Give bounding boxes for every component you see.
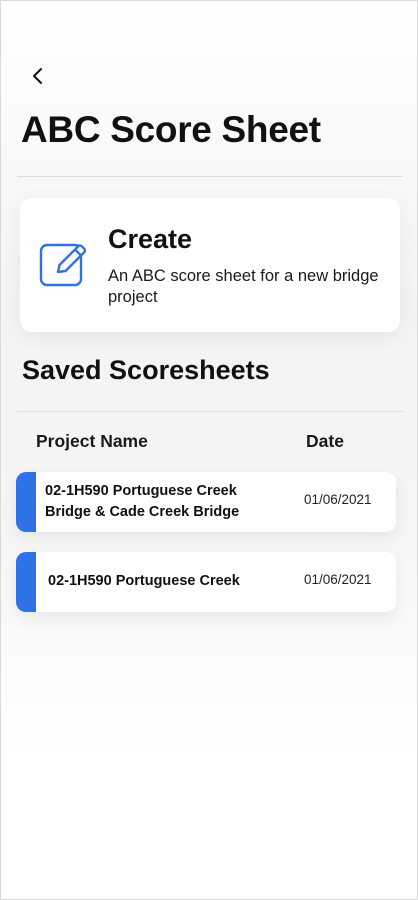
- create-card[interactable]: Create An ABC score sheet for a new brid…: [20, 198, 400, 332]
- edit-icon: [39, 243, 87, 287]
- page-title: ABC Score Sheet: [21, 109, 321, 150]
- scoresheet-row[interactable]: 02-1H590 Portuguese Creek 01/06/2021: [16, 552, 396, 612]
- saved-scoresheets-title: Saved Scoresheets: [22, 355, 270, 385]
- column-header-project-name: Project Name: [36, 431, 148, 451]
- row-accent-bar: [16, 472, 36, 532]
- row-accent-bar: [16, 552, 36, 612]
- row-project-name: 02-1H590 Portuguese Creek: [48, 573, 240, 589]
- row-project-name: 02-1H590 Portuguese Creek Bridge & Cade …: [45, 483, 240, 520]
- row-date: 01/06/2021: [304, 572, 372, 587]
- app-screen: ABC Score Sheet Create An ABC score shee…: [0, 0, 418, 900]
- create-description: An ABC score sheet for a new bridge proj…: [108, 267, 379, 306]
- create-title: Create: [108, 224, 193, 254]
- section-divider: [17, 411, 403, 412]
- header-divider: [17, 176, 403, 177]
- back-button[interactable]: [25, 63, 51, 89]
- scoresheet-row[interactable]: 02-1H590 Portuguese Creek Bridge & Cade …: [16, 472, 396, 532]
- row-date: 01/06/2021: [304, 492, 372, 507]
- column-header-date: Date: [306, 431, 344, 451]
- chevron-left-icon: [33, 68, 42, 84]
